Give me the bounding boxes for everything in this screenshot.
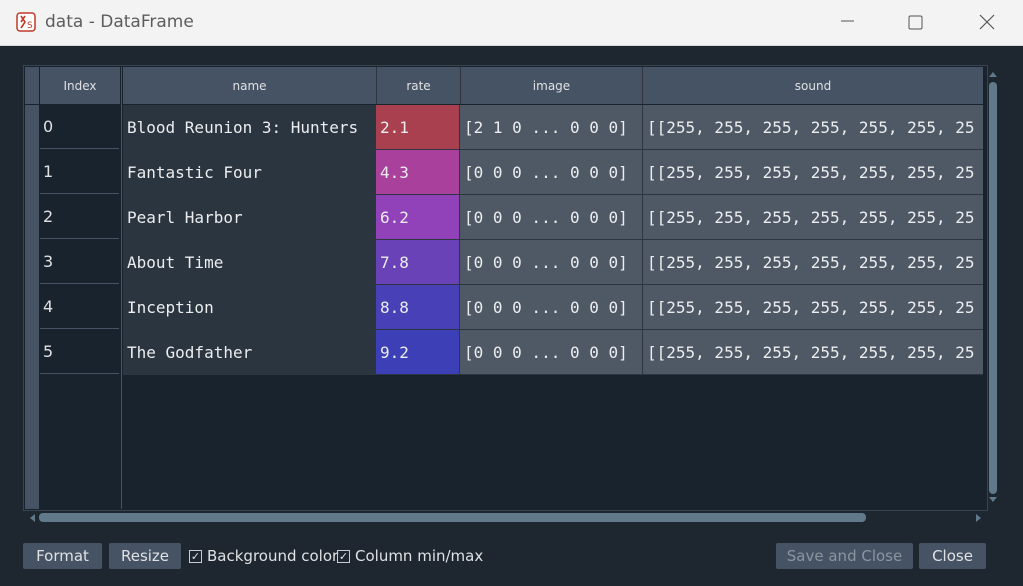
cell-name[interactable]: Inception <box>123 285 376 330</box>
maximize-button[interactable] <box>901 9 931 37</box>
maximize-icon <box>908 15 923 30</box>
svg-text:S: S <box>27 21 33 31</box>
close-icon <box>979 14 995 30</box>
cell-rate[interactable]: 8.8 <box>376 285 460 330</box>
column-minmax-label: Column min/max <box>355 547 484 565</box>
cell-image[interactable]: [0 0 0 ... 0 0 0] <box>460 240 643 285</box>
column-header-image[interactable]: image <box>461 67 643 104</box>
cell-image[interactable]: [0 0 0 ... 0 0 0] <box>460 285 643 330</box>
corner-strip <box>25 67 39 104</box>
column-minmax-toggle[interactable]: ✓ Column min/max <box>337 546 483 566</box>
cell-rate[interactable]: 9.2 <box>376 330 460 375</box>
row-header-strip <box>25 105 39 509</box>
cell-name[interactable]: Fantastic Four <box>123 150 376 195</box>
format-button[interactable]: Format <box>23 543 102 569</box>
cell-rate[interactable]: 6.2 <box>376 195 460 240</box>
cell-rate[interactable]: 7.8 <box>376 240 460 285</box>
column-header-rate[interactable]: rate <box>377 67 461 104</box>
cell-sound[interactable]: [[255, 255, 255, 255, 255, 255, 25 <box>643 240 983 285</box>
spyder-app-icon: S <box>16 12 36 32</box>
close-button[interactable]: Close <box>919 543 986 569</box>
index-cell[interactable]: 5 <box>40 330 119 374</box>
cell-image[interactable]: [2 1 0 ... 0 0 0] <box>460 105 643 150</box>
dataframe-table[interactable]: Index 0 1 2 3 4 5 name rate image sound … <box>23 65 988 511</box>
save-and-close-button[interactable]: Save and Close <box>776 543 913 569</box>
cell-rate[interactable]: 4.3 <box>376 150 460 195</box>
column-minmax-checkbox[interactable]: ✓ <box>337 549 350 563</box>
index-cell[interactable]: 1 <box>40 150 119 194</box>
index-cell[interactable]: 0 <box>40 105 119 149</box>
cell-image[interactable]: [0 0 0 ... 0 0 0] <box>460 195 643 240</box>
cell-name[interactable]: About Time <box>123 240 376 285</box>
cell-sound[interactable]: [[255, 255, 255, 255, 255, 255, 25 <box>643 150 983 195</box>
scroll-up-arrow-icon[interactable] <box>988 70 998 78</box>
cell-name[interactable]: Pearl Harbor <box>123 195 376 240</box>
index-cell[interactable]: 3 <box>40 240 119 284</box>
cell-sound[interactable]: [[255, 255, 255, 255, 255, 255, 25 <box>643 285 983 330</box>
scroll-right-arrow-icon[interactable] <box>975 513 983 523</box>
index-cell[interactable]: 2 <box>40 195 119 239</box>
cell-rate[interactable]: 2.1 <box>376 105 460 150</box>
vertical-scrollbar[interactable] <box>987 82 999 502</box>
scroll-left-arrow-icon[interactable] <box>28 513 36 523</box>
cell-sound[interactable]: [[255, 255, 255, 255, 255, 255, 25 <box>643 330 983 375</box>
horizontal-scroll-handle[interactable] <box>39 513 866 522</box>
close-window-button[interactable] <box>972 9 1002 37</box>
cell-image[interactable]: [0 0 0 ... 0 0 0] <box>460 330 643 375</box>
table-body: Blood Reunion 3: Hunters 2.1 [2 1 0 ... … <box>123 105 983 509</box>
resize-button[interactable]: Resize <box>109 543 181 569</box>
index-cell[interactable]: 4 <box>40 285 119 329</box>
index-header[interactable]: Index <box>40 67 120 104</box>
cell-name[interactable]: Blood Reunion 3: Hunters <box>123 105 376 150</box>
vertical-scroll-handle[interactable] <box>989 82 997 494</box>
minimize-icon <box>841 20 854 22</box>
scroll-down-arrow-icon[interactable] <box>988 496 998 504</box>
cell-name[interactable]: The Godfather <box>123 330 376 375</box>
title-bar: S data - DataFrame <box>0 0 1023 46</box>
background-color-checkbox[interactable]: ✓ <box>189 549 202 563</box>
cell-sound[interactable]: [[255, 255, 255, 255, 255, 255, 25 <box>643 105 983 150</box>
cell-image[interactable]: [0 0 0 ... 0 0 0] <box>460 150 643 195</box>
minimize-button[interactable] <box>833 9 863 37</box>
cell-sound[interactable]: [[255, 255, 255, 255, 255, 255, 25 <box>643 195 983 240</box>
background-color-label: Background color <box>207 547 339 565</box>
background-color-toggle[interactable]: ✓ Background color <box>189 546 338 566</box>
column-header-name[interactable]: name <box>123 67 377 104</box>
window-title: data - DataFrame <box>45 12 194 32</box>
index-divider-line <box>121 67 122 509</box>
column-header-sound[interactable]: sound <box>643 67 983 104</box>
